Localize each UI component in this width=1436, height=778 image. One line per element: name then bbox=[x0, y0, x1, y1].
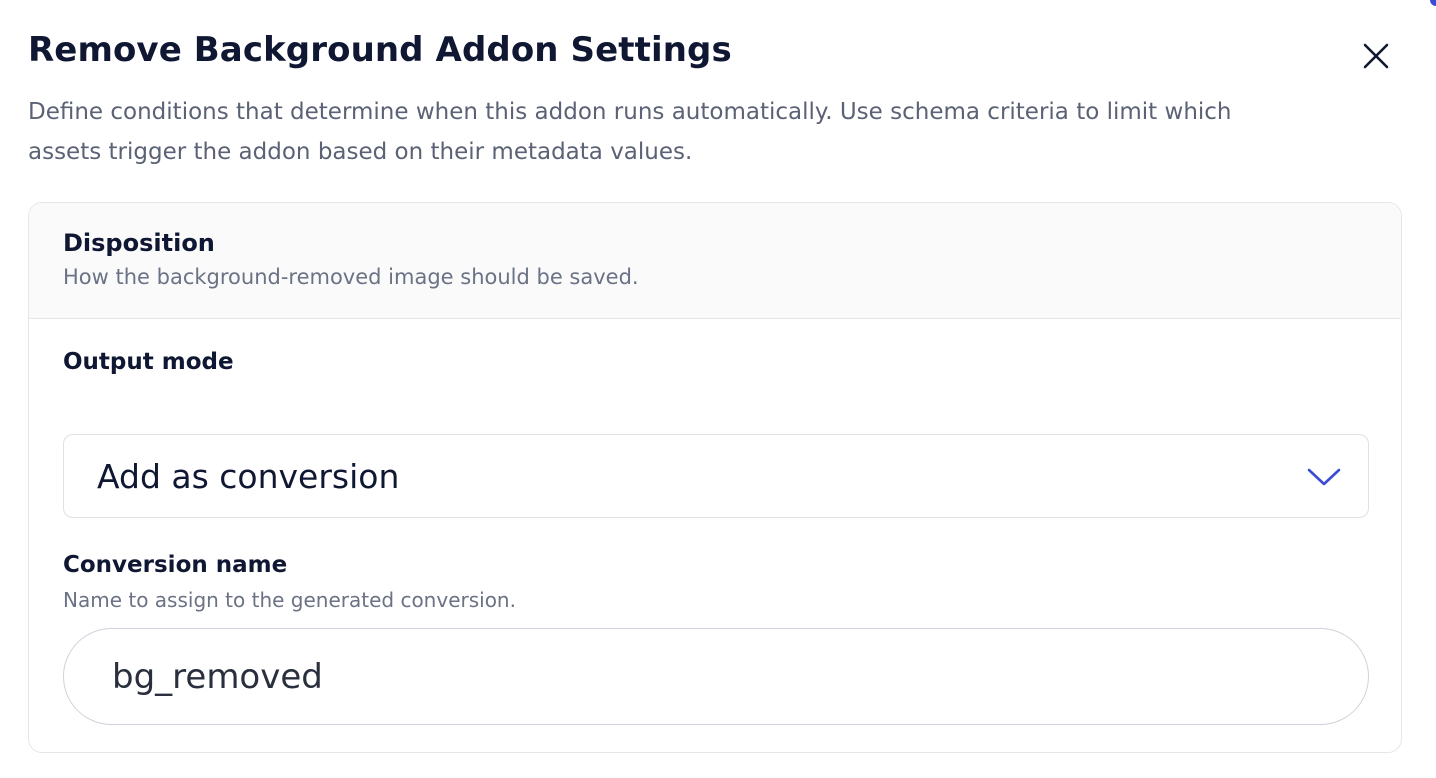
addon-settings-dialog: Remove Background Addon Settings Define … bbox=[0, 0, 1436, 778]
chevron-down-icon bbox=[1307, 468, 1341, 486]
disposition-header: Disposition How the background-removed i… bbox=[29, 203, 1401, 319]
output-mode-label: Output mode bbox=[63, 349, 234, 375]
output-mode-value: Add as conversion bbox=[97, 457, 400, 496]
close-icon bbox=[1363, 43, 1389, 69]
disposition-card: Disposition How the background-removed i… bbox=[28, 202, 1402, 753]
close-button[interactable] bbox=[1352, 32, 1400, 80]
section-subtitle: How the background-removed image should … bbox=[63, 265, 639, 289]
section-title: Disposition bbox=[63, 229, 215, 257]
conversion-name-help: Name to assign to the generated conversi… bbox=[63, 588, 516, 612]
conversion-name-label: Conversion name bbox=[63, 552, 288, 578]
dialog-description: Define conditions that determine when th… bbox=[28, 99, 1232, 165]
corner-accent bbox=[1430, 0, 1436, 6]
conversion-name-input[interactable] bbox=[63, 628, 1369, 725]
output-mode-select[interactable]: Add as conversion bbox=[63, 434, 1369, 518]
dialog-title: Remove Background Addon Settings bbox=[28, 30, 732, 70]
